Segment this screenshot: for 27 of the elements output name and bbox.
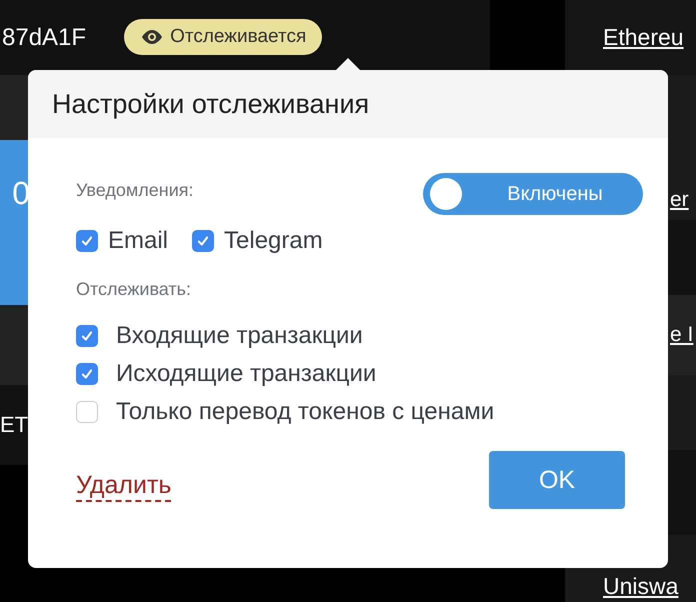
amount-text: 0 bbox=[12, 175, 30, 212]
checkbox[interactable] bbox=[76, 401, 98, 423]
checkbox-label: Входящие транзакции bbox=[116, 322, 363, 350]
section-label: Отслеживать: bbox=[76, 279, 192, 300]
tracking-badge[interactable]: Отслеживается bbox=[124, 18, 322, 54]
dialog-title: Настройки отслеживания bbox=[52, 88, 370, 120]
section-label: Уведомления: bbox=[76, 180, 194, 200]
delete-link[interactable]: Удалить bbox=[76, 472, 172, 502]
checkbox[interactable] bbox=[76, 363, 98, 385]
checkbox-label: Только перевод токенов с ценами bbox=[116, 398, 494, 426]
token-link[interactable]: er bbox=[670, 188, 689, 212]
address-text: 87dA1F bbox=[2, 24, 86, 52]
checkbox[interactable] bbox=[76, 325, 98, 347]
token-link[interactable]: Ethereu bbox=[565, 24, 684, 51]
token-link[interactable]: e I bbox=[670, 323, 694, 347]
check-icon bbox=[80, 234, 94, 248]
checkbox[interactable] bbox=[192, 230, 214, 252]
token-link[interactable]: Uniswa bbox=[565, 573, 678, 600]
check-icon bbox=[80, 329, 94, 343]
check-icon bbox=[80, 367, 94, 381]
currency-text: ET bbox=[0, 412, 28, 438]
checkbox-label: Email bbox=[108, 227, 168, 255]
checkbox[interactable] bbox=[76, 230, 98, 252]
checkbox-label: Исходящие транзакции bbox=[116, 360, 376, 388]
eye-icon bbox=[140, 28, 164, 44]
checkbox-label: Telegram bbox=[224, 227, 323, 255]
check-icon bbox=[196, 234, 210, 248]
